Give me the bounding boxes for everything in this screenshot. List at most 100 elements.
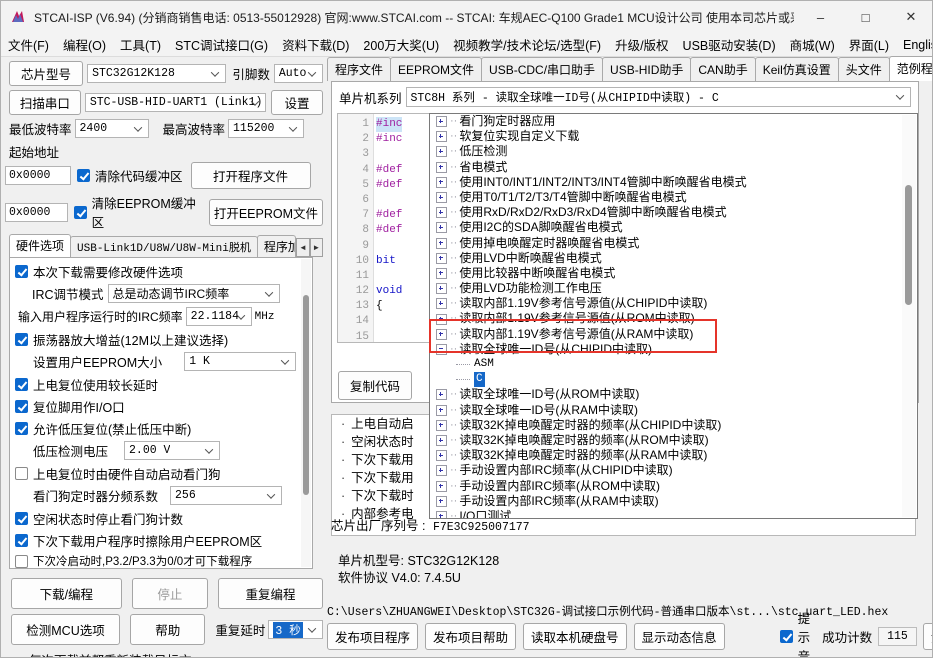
pin-count-combo[interactable]: Auto: [273, 64, 323, 83]
wdt-prescaler-combo[interactable]: 256: [170, 486, 283, 505]
por-long-delay-checkbox[interactable]: [15, 378, 28, 391]
tab-hardware-options[interactable]: 硬件选项: [9, 234, 72, 257]
tree-node[interactable]: ·· 使用LVD中断唤醒省电模式: [430, 251, 917, 266]
expand-plus-icon[interactable]: [436, 192, 447, 204]
download-program-button[interactable]: 下载/编程: [11, 578, 122, 609]
expand-plus-icon[interactable]: [436, 237, 447, 249]
tree-node-c[interactable]: C: [430, 372, 917, 388]
menu-item-mall[interactable]: 商城(W): [783, 33, 842, 56]
clear-eeprom-buffer-row[interactable]: 清除EEPROM缓冲区: [73, 193, 201, 231]
eeprom-size-combo[interactable]: 1 K: [184, 352, 297, 371]
expand-plus-icon[interactable]: [436, 207, 447, 219]
eeprom-address-input[interactable]: 0x0000: [5, 202, 68, 222]
menu-item-downloads[interactable]: 资料下载(D): [275, 33, 356, 56]
tree-scrollbar[interactable]: [902, 115, 916, 517]
lvd-combo[interactable]: 2.00 V: [124, 441, 221, 460]
tree-node[interactable]: ·· 手动设置内部IRC频率(从ROM中读取): [430, 479, 917, 494]
tree-node[interactable]: ·· 使用掉电唤醒定时器唤醒省电模式: [430, 236, 917, 251]
tab-program-load[interactable]: 程序加: [256, 235, 297, 257]
wdt-idle-stop-row[interactable]: 空闲状态时停止看门狗计数: [15, 509, 307, 528]
allow-lvr-checkbox[interactable]: [15, 422, 28, 435]
tab-example-programs[interactable]: 范例程序: [888, 56, 932, 81]
collapse-minus-icon[interactable]: [436, 343, 447, 355]
tree-node[interactable]: ·· 手动设置内部IRC频率(从RAM中读取): [430, 494, 917, 509]
max-baud-combo[interactable]: 115200: [228, 119, 305, 138]
reload-each-time-row[interactable]: 每次下载前都重新装载目标文件: [11, 650, 202, 657]
tab-usb-link-offline[interactable]: USB-Link1D/U8W/U8W-Mini脱机: [70, 236, 258, 257]
menu-item-usb-driver[interactable]: USB驱动安装(D): [676, 33, 783, 56]
menu-item-interface[interactable]: 界面(L): [842, 33, 896, 56]
expand-plus-icon[interactable]: [436, 131, 447, 143]
expand-plus-icon[interactable]: [436, 252, 447, 264]
expand-plus-icon[interactable]: [436, 116, 447, 128]
scan-port-combo[interactable]: STC-USB-HID-UART1 (Link1): [84, 93, 267, 112]
tree-node[interactable]: ·· 读取全球唯一ID号(从ROM中读取): [430, 387, 917, 402]
menu-item-file[interactable]: 文件(F): [1, 33, 56, 56]
tree-node-selected-parent[interactable]: ·· 读取全球唯一ID号(从CHIPID中读取): [430, 342, 917, 357]
expand-plus-icon[interactable]: [436, 435, 447, 447]
help-button[interactable]: 帮助: [130, 614, 206, 645]
minimize-button[interactable]: –: [798, 1, 843, 33]
clear-code-buffer-checkbox[interactable]: [77, 169, 90, 182]
tree-node[interactable]: ·· 使用LVD功能检测工作电压: [430, 281, 917, 296]
tree-node[interactable]: ·· 使用RxD/RxD2/RxD3/RxD4管脚中断唤醒省电模式: [430, 205, 917, 220]
scrollbar-thumb[interactable]: [905, 185, 912, 305]
reset-as-io-row[interactable]: 复位脚用作I/O口: [15, 397, 307, 416]
wdt-idle-stop-checkbox[interactable]: [15, 512, 28, 525]
min-baud-combo[interactable]: 2400: [74, 119, 149, 138]
tree-node[interactable]: ·· 读取全球唯一ID号(从RAM中读取): [430, 403, 917, 418]
osc-gain-row[interactable]: 振荡器放大增益(12M以上建议选择): [15, 330, 307, 349]
tab-scroll-left-button[interactable]: ◄: [296, 238, 310, 257]
tree-node[interactable]: ·· 使用比较器中断唤醒省电模式: [430, 266, 917, 281]
tree-node[interactable]: ·· 读取内部1.19V参考信号源值(从RAM中读取): [430, 327, 917, 342]
hardware-options-scrollbar[interactable]: [301, 259, 311, 567]
tab-can[interactable]: CAN助手: [690, 57, 756, 81]
allow-lvr-row[interactable]: 允许低压复位(禁止低压中断): [15, 419, 307, 438]
code-address-input[interactable]: 0x0000: [5, 166, 71, 185]
tab-eeprom-file[interactable]: EEPROM文件: [390, 57, 483, 81]
menu-item-upgrade[interactable]: 升级/版权: [608, 33, 675, 56]
tree-node-asm[interactable]: ASM: [430, 357, 917, 372]
repeat-delay-combo[interactable]: 3 秒: [268, 620, 323, 639]
tree-node[interactable]: ·· 读取内部1.19V参考信号源值(从ROM中读取): [430, 311, 917, 326]
reset-as-io-checkbox[interactable]: [15, 400, 28, 413]
repeat-program-button[interactable]: 重复编程: [218, 578, 323, 609]
tab-usb-cdc-serial[interactable]: USB-CDC/串口助手: [481, 57, 604, 81]
series-combo[interactable]: STC8H 系列 - 读取全球唯一ID号(从CHIPID中读取) - C: [405, 87, 911, 107]
clear-count-button[interactable]: 清零: [922, 622, 932, 650]
open-eeprom-file-button[interactable]: 打开EEPROM文件: [208, 198, 323, 226]
tree-node[interactable]: ·· 读取32K掉电唤醒定时器的频率(从RAM中读取): [430, 448, 917, 463]
modify-hw-option-row[interactable]: 本次下载需要修改硬件选项: [15, 262, 307, 281]
expand-plus-icon[interactable]: [436, 495, 447, 507]
tree-node[interactable]: ·· 读取32K掉电唤醒定时器的频率(从ROM中读取): [430, 433, 917, 448]
tree-node[interactable]: ·· 使用I2C的SDA脚唤醒省电模式: [430, 220, 917, 235]
tree-node[interactable]: ·· 读取内部1.19V参考信号源值(从CHIPID中读取): [430, 296, 917, 311]
por-long-delay-row[interactable]: 上电复位使用较长延时: [15, 375, 307, 394]
menu-item-tools[interactable]: 工具(T): [113, 33, 168, 56]
show-dynamic-info-button[interactable]: 显示动态信息: [633, 622, 725, 650]
tab-header-file[interactable]: 头文件: [837, 57, 890, 81]
expand-plus-icon[interactable]: [436, 283, 447, 295]
expand-plus-icon[interactable]: [436, 465, 447, 477]
expand-plus-icon[interactable]: [436, 313, 447, 325]
tree-node[interactable]: ·· 使用T0/T1/T2/T3/T4管脚中断唤醒省电模式: [430, 190, 917, 205]
clear-code-buffer-row[interactable]: 清除代码缓冲区: [77, 166, 183, 185]
example-tree-dropdown[interactable]: ·· 看门狗定时器应用 ·· 软复位实现自定义下载 ·· 低压检测 ·· 省电模式 ··…: [429, 113, 918, 519]
tab-program-file[interactable]: 程序文件: [327, 57, 392, 81]
scrollbar-thumb[interactable]: [303, 295, 309, 495]
menu-item-stc-debug[interactable]: STC调试接口(G): [168, 33, 275, 56]
menu-item-program[interactable]: 编程(O): [56, 33, 113, 56]
irc-mode-combo[interactable]: 总是动态调节IRC频率: [107, 284, 280, 303]
detect-mcu-button[interactable]: 检测MCU选项: [11, 614, 121, 645]
wdt-auto-checkbox[interactable]: [15, 467, 28, 480]
tab-usb-hid[interactable]: USB-HID助手: [602, 57, 692, 81]
expand-plus-icon[interactable]: [436, 146, 447, 158]
tree-node[interactable]: ·· 读取32K掉电唤醒定时器的频率(从CHIPID中读取): [430, 418, 917, 433]
tab-scroll-right-button[interactable]: ►: [309, 238, 323, 257]
beep-row[interactable]: 提示音: [779, 608, 810, 657]
expand-plus-icon[interactable]: [436, 480, 447, 492]
menu-item-prize[interactable]: 200万大奖(U): [356, 33, 446, 56]
copy-code-button[interactable]: 复制代码: [338, 371, 412, 400]
publish-project-program-button[interactable]: 发布项目程序: [327, 622, 419, 650]
tree-node[interactable]: ·· 省电模式: [430, 160, 917, 175]
